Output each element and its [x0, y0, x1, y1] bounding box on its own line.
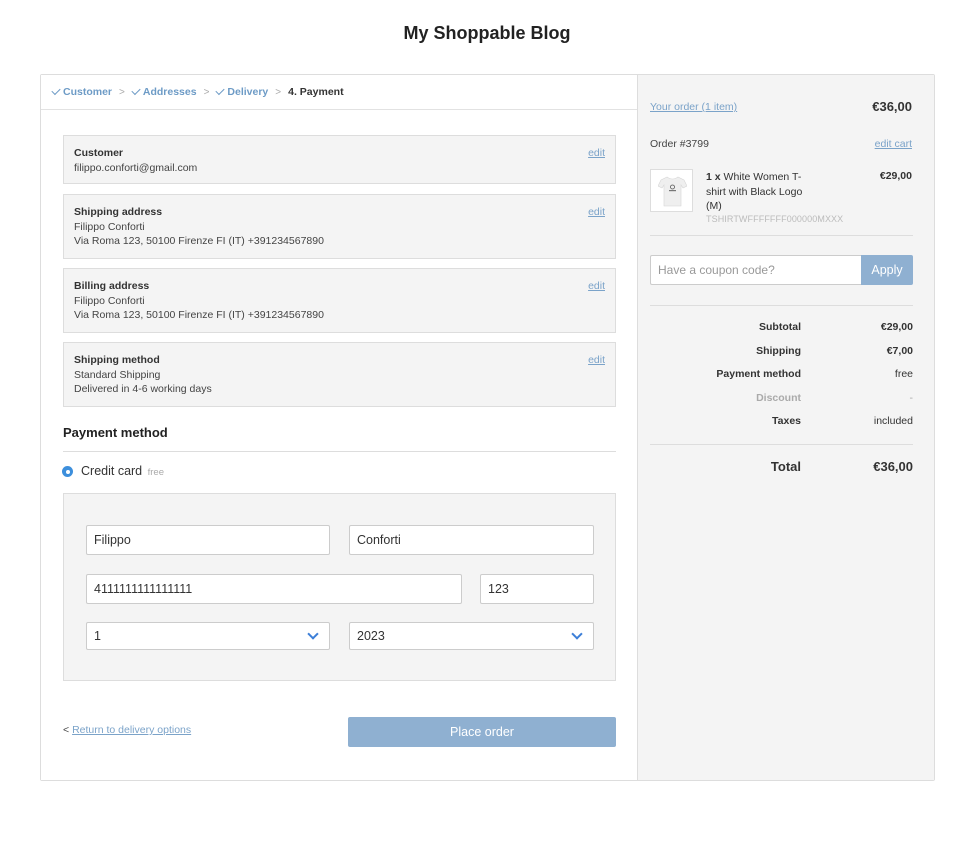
breadcrumb: Customer > Addresses > Delivery > 4. Pay…	[41, 75, 637, 110]
summary-label: Payment method	[716, 368, 801, 380]
first-name-field[interactable]: Filippo	[86, 525, 330, 555]
total-value: €36,00	[873, 459, 913, 474]
summary-value: free	[894, 368, 913, 380]
coupon-placeholder: Have a coupon code?	[658, 263, 775, 277]
summary-value: €29,00	[880, 321, 913, 333]
breadcrumb-step-addresses[interactable]: Addresses	[131, 85, 197, 98]
credit-card-option-label[interactable]: Credit card free	[81, 464, 164, 478]
field-value: Filippo	[94, 533, 131, 547]
last-name-field[interactable]: Conforti	[349, 525, 594, 555]
total-label: Total	[770, 459, 801, 474]
line-item-description: 1 x White Women T-shirt with Black Logo …	[706, 170, 816, 214]
site-title: My Shoppable Blog	[403, 23, 571, 43]
breadcrumb-step-payment: 4. Payment	[288, 86, 343, 98]
order-total-top: €36,00	[872, 99, 912, 114]
line-item-qty: 1 x	[706, 171, 721, 183]
breadcrumb-label: Addresses	[142, 86, 197, 98]
summary-row-shipping: Shipping €7,00	[650, 345, 913, 359]
edit-billing-address-link[interactable]: edit	[588, 279, 605, 294]
payment-method-heading: Payment method	[63, 425, 168, 440]
select-value: 2023	[357, 629, 385, 643]
checkmark-icon	[131, 85, 141, 96]
your-order-toggle[interactable]: Your order (1 item)	[650, 101, 737, 113]
review-line: Via Roma 123, 50100 Firenze FI (IT) +391…	[74, 235, 324, 247]
summary-label: Taxes	[772, 415, 801, 427]
edit-shipping-address-link[interactable]: edit	[588, 205, 605, 220]
checkout-container: Customer > Addresses > Delivery > 4. Pay…	[40, 74, 935, 781]
select-value: 1	[94, 629, 101, 643]
credit-card-form: Filippo Conforti 4111111111111111 123 1 …	[63, 493, 616, 681]
breadcrumb-step-customer[interactable]: Customer	[51, 85, 113, 98]
order-number: Order #3799	[650, 138, 709, 150]
breadcrumb-separator: >	[275, 86, 282, 98]
breadcrumb-separator: >	[119, 86, 125, 98]
card-number-field[interactable]: 4111111111111111	[86, 574, 462, 604]
summary-value: €7,00	[886, 345, 913, 357]
field-value: 4111111111111111	[94, 582, 193, 596]
chevron-down-icon	[307, 628, 319, 640]
review-shipping-address: Shipping address Filippo Conforti Via Ro…	[63, 194, 616, 259]
divider	[650, 444, 913, 445]
breadcrumb-step-delivery[interactable]: Delivery	[215, 85, 269, 98]
back-prefix: <	[63, 724, 70, 736]
review-line: Via Roma 123, 50100 Firenze FI (IT) +391…	[74, 309, 324, 321]
payment-option-note: free	[147, 467, 164, 478]
review-billing-address: Billing address Filippo Conforti Via Rom…	[63, 268, 616, 333]
review-customer: Customer filippo.conforti@gmail.com edit	[63, 135, 616, 184]
edit-cart-link[interactable]: edit cart	[875, 138, 912, 150]
place-order-button[interactable]: Place order	[348, 717, 616, 747]
product-thumbnail	[650, 169, 693, 212]
order-summary: Your order (1 item) €36,00 Order #3799 e…	[637, 75, 934, 780]
chevron-down-icon	[571, 628, 583, 640]
review-title: Shipping method	[74, 354, 160, 366]
divider	[650, 305, 913, 306]
coupon-input[interactable]: Have a coupon code?	[650, 255, 861, 285]
checkout-main: Customer > Addresses > Delivery > 4. Pay…	[41, 75, 637, 780]
summary-label: Discount	[756, 392, 801, 404]
review-line: Filippo Conforti	[74, 294, 145, 307]
expiry-month-select[interactable]: 1	[86, 622, 330, 650]
field-value: Conforti	[357, 533, 401, 547]
line-item-name: White Women T-shirt with Black Logo (M)	[706, 171, 803, 212]
credit-card-radio[interactable]	[62, 466, 73, 477]
apply-coupon-button[interactable]: Apply	[861, 255, 913, 285]
edit-shipping-method-link[interactable]: edit	[588, 353, 605, 368]
field-value: 123	[488, 582, 509, 596]
divider	[650, 235, 913, 236]
divider	[63, 451, 616, 452]
summary-label: Shipping	[756, 345, 801, 357]
review-title: Customer	[74, 147, 124, 159]
expiry-year-select[interactable]: 2023	[349, 622, 594, 650]
line-item-price: €29,00	[879, 170, 912, 182]
summary-row-payment-method: Payment method free	[650, 368, 913, 382]
edit-customer-link[interactable]: edit	[588, 146, 605, 161]
review-line: Filippo Conforti	[74, 220, 145, 233]
review-shipping-method: Shipping method Standard Shipping Delive…	[63, 342, 616, 407]
summary-row-subtotal: Subtotal €29,00	[650, 321, 913, 335]
summary-row-discount: Discount -	[650, 392, 913, 406]
summary-label: Subtotal	[759, 321, 801, 333]
summary-row-taxes: Taxes included	[650, 415, 913, 429]
summary-value: -	[909, 392, 914, 404]
summary-value: included	[873, 415, 913, 427]
review-line: Delivered in 4-6 working days	[74, 383, 212, 395]
return-to-delivery-link[interactable]: Return to delivery options	[72, 724, 191, 736]
review-line: filippo.conforti@gmail.com	[74, 161, 198, 174]
payment-option-name: Credit card	[81, 464, 143, 478]
breadcrumb-label: Customer	[63, 86, 113, 98]
breadcrumb-separator: >	[203, 86, 210, 98]
review-line: Standard Shipping	[74, 368, 161, 381]
cvv-field[interactable]: 123	[480, 574, 594, 604]
review-title: Shipping address	[74, 206, 163, 218]
checkmark-icon	[215, 85, 226, 96]
line-item-sku: TSHIRTWFFFFFFF000000MXXX	[706, 214, 844, 224]
back-link-row: < Return to delivery options	[63, 724, 191, 736]
breadcrumb-label: 4. Payment	[288, 86, 344, 98]
checkmark-icon	[51, 85, 61, 96]
breadcrumb-label: Delivery	[227, 86, 269, 98]
review-title: Billing address	[74, 280, 150, 292]
tshirt-icon	[658, 176, 687, 207]
